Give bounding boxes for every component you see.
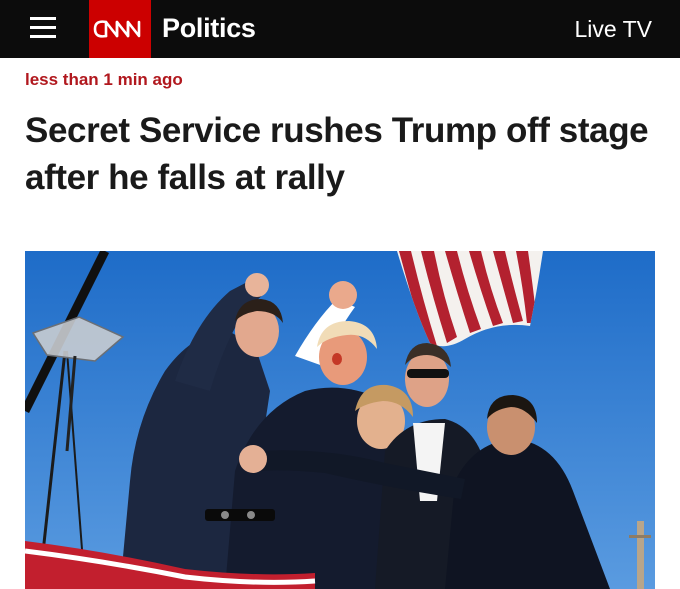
cnn-logo[interactable] xyxy=(89,0,151,58)
cnn-logo-mark xyxy=(93,20,141,38)
article-headline[interactable]: Secret Service rushes Trump off stage af… xyxy=(25,107,655,201)
live-tv-link[interactable]: Live TV xyxy=(574,16,652,43)
utility-pole xyxy=(637,521,644,589)
hamburger-menu-icon[interactable] xyxy=(30,13,56,43)
article-timestamp: less than 1 min ago xyxy=(25,70,183,89)
section-title[interactable]: Politics xyxy=(162,13,256,44)
article-photo[interactable] xyxy=(25,251,655,589)
top-nav-bar: Politics Live TV xyxy=(0,0,680,58)
